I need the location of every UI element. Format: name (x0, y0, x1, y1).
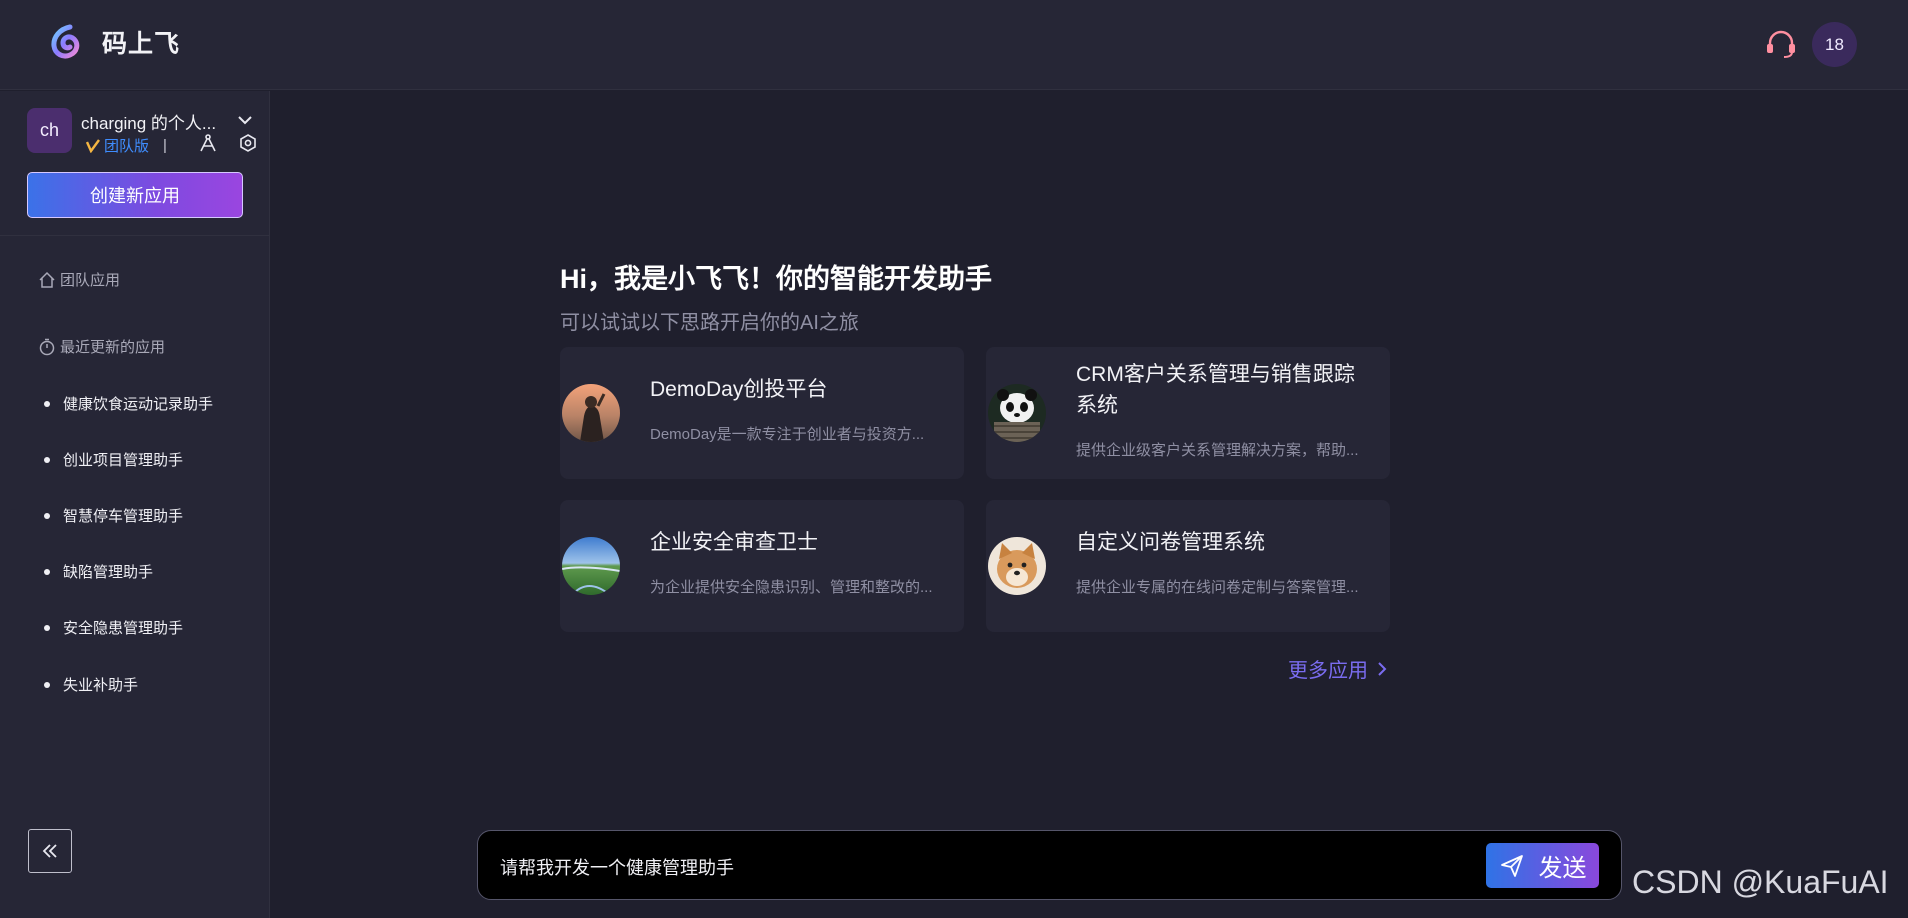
compass-icon[interactable] (198, 133, 218, 153)
card-title: CRM客户关系管理与销售跟踪系统 (1076, 363, 1355, 417)
recent-app-item[interactable]: 创业项目管理助手 (44, 449, 183, 470)
recent-app-item[interactable]: 缺陷管理助手 (44, 561, 153, 582)
bullet-dot (44, 400, 50, 407)
landscape-photo-thumbnail (562, 537, 620, 595)
recent-app-item[interactable]: 安全隐患管理助手 (44, 617, 183, 638)
team-apps-label: 团队应用 (60, 272, 121, 289)
watermark: CSDN @KuaFuAI (1632, 864, 1889, 900)
app-name: 码上飞 (102, 30, 181, 58)
workspace-name[interactable]: charging 的个人... (81, 109, 216, 134)
card-description: DemoDay是一款专注于创业者与投资方... (650, 426, 925, 443)
plan-separator: | (163, 137, 167, 154)
app-card[interactable]: 自定义问卷管理系统 提供企业专属的在线问卷定制与答案管理... (986, 500, 1390, 632)
plan-label: 团队版 (104, 138, 150, 155)
card-title: 自定义问卷管理系统 (1076, 531, 1265, 554)
bullet-dot (44, 456, 50, 463)
card-description: 提供企业专属的在线问卷定制与答案管理... (1076, 579, 1359, 596)
sidebar: ch charging 的个人... 团队版 | 创建新应用 团队应用 最近更新… (0, 91, 270, 918)
card-title: 企业安全审查卫士 (650, 531, 818, 554)
top-bar: 码上飞 18 (0, 0, 1908, 90)
chat-input[interactable]: 请帮我开发一个健康管理助手 (500, 854, 734, 880)
more-apps-link[interactable]: 更多应用 (1288, 654, 1390, 683)
create-app-button[interactable]: 创建新应用 (27, 172, 243, 218)
card-description: 提供企业级客户关系管理解决方案，帮助... (1076, 442, 1359, 459)
panda-photo-thumbnail (988, 384, 1046, 442)
more-apps-label: 更多应用 (1288, 660, 1368, 682)
collapse-sidebar-button[interactable] (28, 829, 72, 873)
workspace-plan: 团队版 | (86, 135, 167, 156)
recent-app-label: 安全隐患管理助手 (63, 620, 184, 637)
send-label: 发送 (1538, 855, 1587, 882)
bullet-dot (44, 568, 50, 575)
timer-icon (39, 338, 55, 355)
recent-apps-label: 最近更新的应用 (60, 339, 166, 356)
greeting-subtitle: 可以试试以下思路开启你的AI之旅 (560, 312, 859, 334)
workspace-avatar[interactable]: ch (27, 108, 72, 153)
greeting-title: Hi，我是小飞飞！你的智能开发助手 (560, 264, 992, 294)
app-card[interactable]: CRM客户关系管理与销售跟踪系统 提供企业级客户关系管理解决方案，帮助... (986, 347, 1390, 479)
user-avatar[interactable]: 18 (1812, 22, 1857, 67)
person-photo-thumbnail (562, 384, 620, 442)
recent-app-label: 健康饮食运动记录助手 (63, 396, 214, 413)
sidebar-item-team-apps[interactable]: 团队应用 (38, 269, 120, 290)
recent-apps-heading: 最近更新的应用 (38, 336, 165, 357)
recent-app-item[interactable]: 失业补助手 (44, 674, 138, 695)
recent-app-label: 智慧停车管理助手 (63, 508, 184, 525)
dog-photo-thumbnail (988, 537, 1046, 595)
brand[interactable]: 码上飞 (48, 24, 180, 60)
send-button[interactable]: 发送 (1486, 843, 1599, 888)
chat-input-box[interactable]: 请帮我开发一个健康管理助手 发送 (477, 830, 1622, 900)
card-title: DemoDay创投平台 (650, 378, 828, 401)
double-chevron-left-icon (42, 844, 57, 858)
chevron-right-icon (1378, 661, 1387, 676)
recent-app-label: 缺陷管理助手 (63, 564, 154, 581)
bullet-dot (44, 681, 50, 688)
recent-app-item[interactable]: 健康饮食运动记录助手 (44, 393, 213, 414)
bullet-dot (44, 512, 50, 519)
chevron-down-icon[interactable] (236, 111, 254, 129)
home-icon (39, 271, 55, 288)
recent-app-label: 失业补助手 (63, 677, 139, 694)
paper-plane-icon (1500, 854, 1523, 877)
app-card[interactable]: DemoDay创投平台 DemoDay是一款专注于创业者与投资方... (560, 347, 964, 479)
recent-app-label: 创业项目管理助手 (63, 452, 184, 469)
recent-app-item[interactable]: 智慧停车管理助手 (44, 505, 183, 526)
card-description: 为企业提供安全隐患识别、管理和整改的... (650, 579, 933, 596)
app-logo-icon (51, 24, 80, 59)
settings-icon[interactable] (238, 133, 258, 153)
headset-icon[interactable] (1764, 28, 1798, 62)
app-card[interactable]: 企业安全审查卫士 为企业提供安全隐患识别、管理和整改的... (560, 500, 964, 632)
sidebar-divider (0, 235, 270, 236)
bullet-dot (44, 624, 50, 631)
plan-badge-icon (86, 138, 100, 153)
